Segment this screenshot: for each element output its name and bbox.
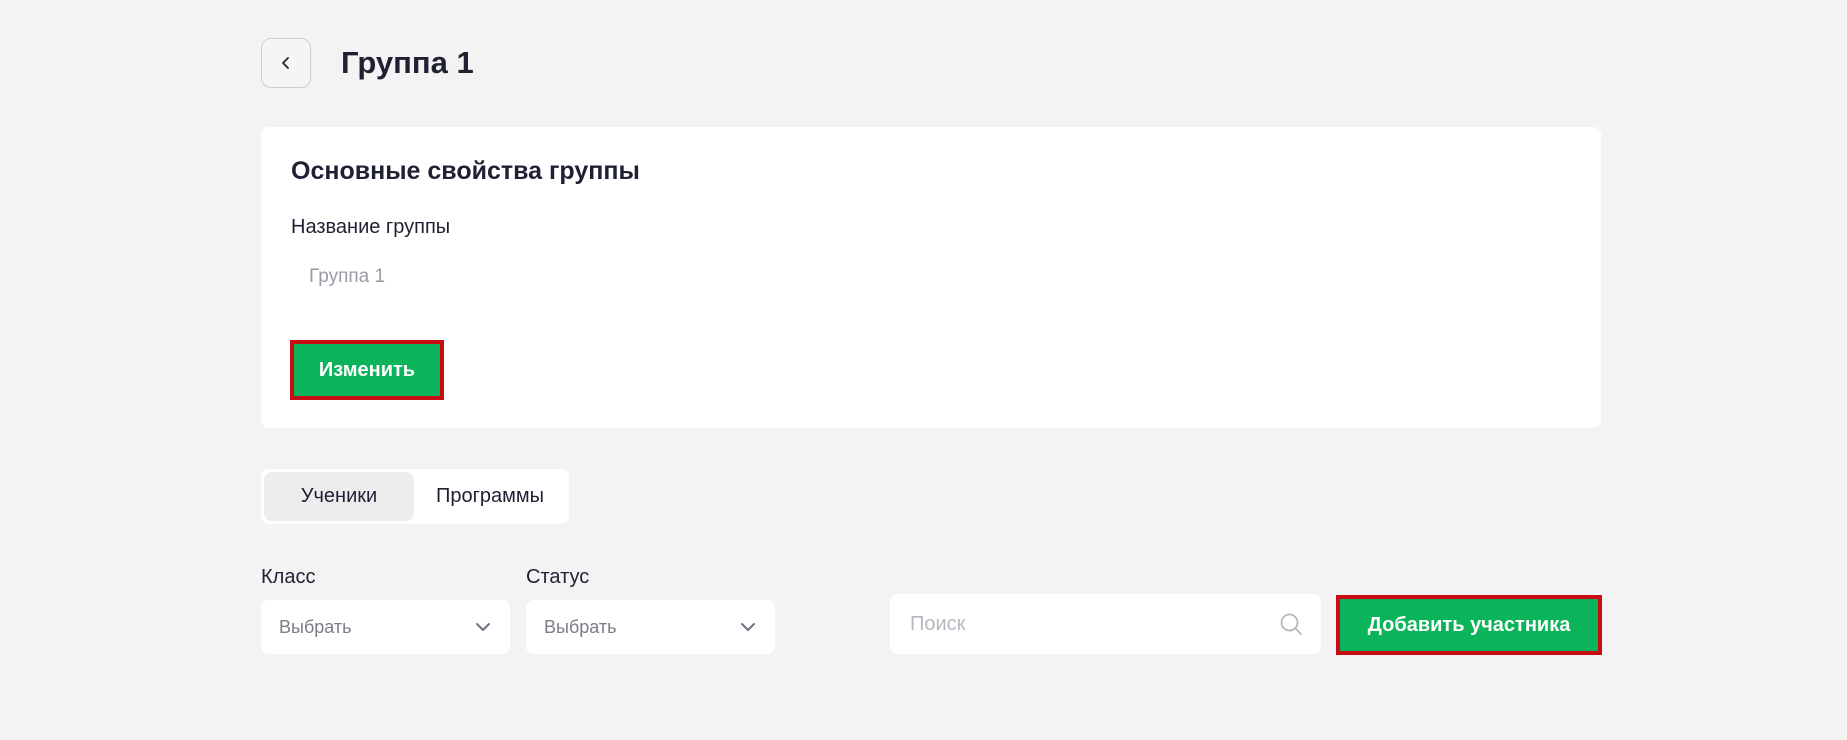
class-select-value: Выбрать xyxy=(279,616,352,637)
group-name-field[interactable] xyxy=(291,255,891,299)
class-select[interactable]: Выбрать xyxy=(261,600,510,654)
tab-students[interactable]: Ученики xyxy=(264,472,414,521)
status-select[interactable]: Выбрать xyxy=(526,600,775,654)
status-filter-label: Статус xyxy=(526,566,590,588)
search-box xyxy=(890,594,1321,654)
group-properties-card: Основные свойства группы Название группы… xyxy=(261,127,1601,428)
card-title: Основные свойства группы xyxy=(291,157,640,185)
search-icon[interactable] xyxy=(1279,612,1303,636)
status-select-value: Выбрать xyxy=(544,616,617,637)
search-input[interactable] xyxy=(908,611,1279,637)
tab-programs[interactable]: Программы xyxy=(414,472,566,521)
edit-button[interactable]: Изменить xyxy=(290,340,444,400)
add-participant-button[interactable]: Добавить участника xyxy=(1336,595,1602,655)
tab-bar: Ученики Программы xyxy=(261,469,569,524)
class-filter-label: Класс xyxy=(261,566,316,588)
chevron-down-icon xyxy=(474,618,492,636)
page-title: Группа 1 xyxy=(341,45,474,80)
chevron-down-icon xyxy=(739,618,757,636)
back-button[interactable] xyxy=(261,38,311,88)
chevron-left-icon xyxy=(279,56,293,70)
group-name-label: Название группы xyxy=(291,216,451,238)
